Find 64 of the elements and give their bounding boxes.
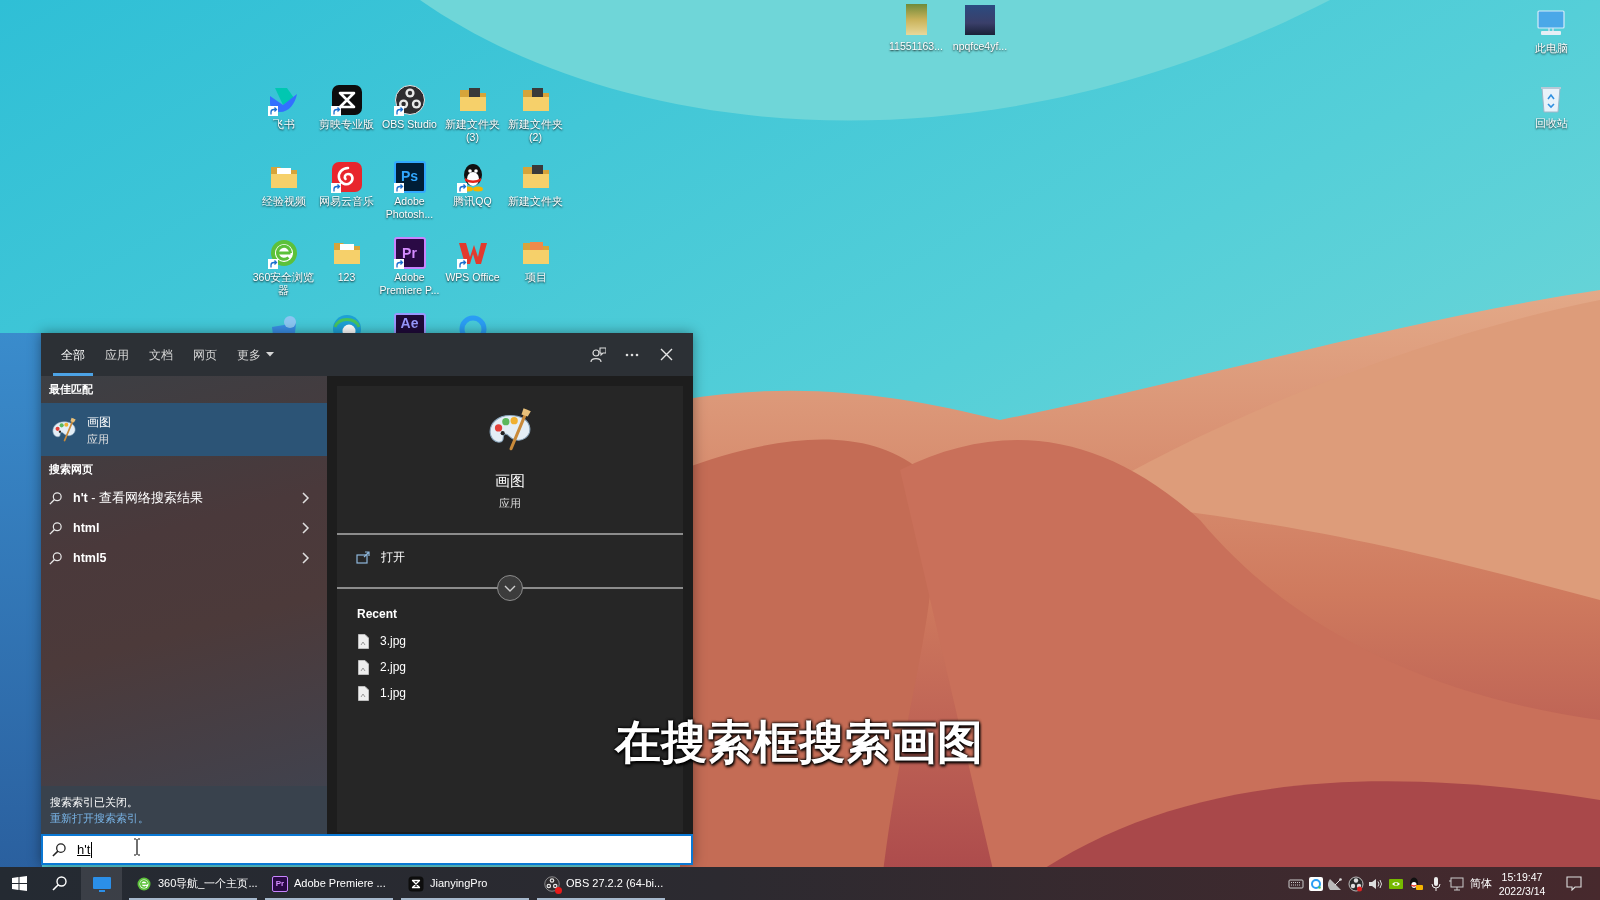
search-icon [49, 491, 62, 505]
recent-file[interactable]: 2.jpg [337, 654, 683, 680]
chevron-down-icon [504, 584, 516, 592]
logo-tile: Pr [272, 875, 288, 892]
chevron-right-icon [301, 492, 310, 504]
network-icon[interactable] [1448, 875, 1464, 892]
index-status-text: 搜索索引已关闭。 [50, 795, 138, 810]
e-logo-icon [136, 875, 152, 892]
chevron-right-icon [301, 522, 310, 534]
open-window-icon [356, 550, 370, 564]
swirl-circle-icon [393, 84, 426, 116]
caret-down-icon [266, 352, 274, 357]
swirl-circle-icon [544, 875, 560, 892]
search-icon [52, 876, 67, 891]
app-title: 画图 [495, 471, 525, 491]
search-suggestion[interactable]: h't - 查看网络搜索结果 [41, 483, 327, 513]
microphone-icon[interactable] [1428, 875, 1444, 892]
taskbar-app-button[interactable]: 360导航_一个主页... [126, 867, 260, 900]
swirl-circle-icon[interactable] [1348, 875, 1364, 892]
taskbar-app-button[interactable]: Pr Adobe Premiere ... [262, 867, 396, 900]
expand-button[interactable] [497, 575, 523, 601]
section-heading: 搜索网页 [48, 462, 94, 478]
photo-thumbnail [905, 4, 927, 35]
photo-thumbnail [965, 5, 995, 35]
text-cursor-icon [133, 838, 141, 856]
desktop-item[interactable]: Pr Adobe Premiere P... [378, 233, 441, 297]
tab[interactable]: 网页 [185, 333, 225, 376]
satellite-dish-icon[interactable] [1328, 875, 1344, 892]
ring-logo-icon[interactable] [1308, 875, 1324, 892]
screen-icon [91, 875, 112, 892]
tab[interactable]: 文档 [141, 333, 181, 376]
open-button[interactable]: 打开 [337, 535, 683, 579]
chevron-right-icon [301, 552, 310, 564]
hourglass-logo-icon [408, 875, 424, 892]
reindex-link[interactable]: 重新打开搜索索引。 [50, 810, 149, 826]
windows-logo-icon [11, 876, 27, 891]
palette-icon [50, 415, 78, 444]
search-field[interactable]: h't [41, 834, 693, 865]
tab[interactable]: 应用 [97, 333, 137, 376]
image-file-icon [358, 659, 369, 675]
feedback-icon [590, 346, 606, 363]
recent-file[interactable]: 1.jpg [337, 680, 683, 706]
search-suggestion[interactable]: html [41, 513, 327, 543]
image-file-icon [358, 685, 369, 701]
best-match-item[interactable]: 画图 应用 [41, 403, 327, 456]
search-icon [49, 521, 62, 535]
recent-heading: Recent [356, 606, 397, 623]
taskbar-app-button[interactable]: OBS 27.2.2 (64-bi... [534, 867, 668, 900]
section-heading: 最佳匹配 [48, 382, 94, 398]
close-icon [659, 348, 673, 361]
more-icon [625, 352, 639, 357]
image-file-icon [358, 633, 369, 649]
tab[interactable]: 更多 [229, 333, 282, 376]
app-type-text: 应用 [499, 496, 521, 511]
penguin-icon[interactable] [1408, 875, 1424, 892]
notification-icon [1566, 876, 1582, 891]
clock-button[interactable]: 15:19:47 2022/3/14 [1496, 867, 1548, 900]
desktop-item[interactable]: Ps Adobe Photosh... [378, 156, 441, 221]
recent-file[interactable]: 3.jpg [337, 628, 683, 654]
search-icon [52, 842, 66, 857]
input-method-button[interactable]: 简体 [1466, 867, 1496, 900]
search-suggestion[interactable]: html5 [41, 543, 327, 573]
taskbar-app-button[interactable]: JianyingPro [398, 867, 532, 900]
search-icon [49, 551, 62, 565]
